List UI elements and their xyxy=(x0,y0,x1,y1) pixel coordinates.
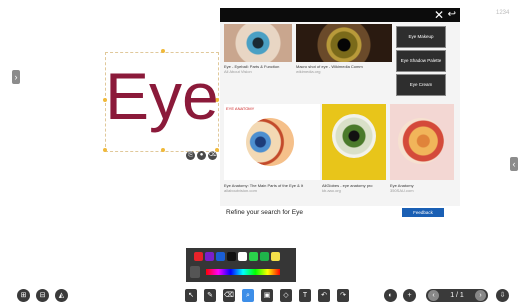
result-source-6: 350SAU.com xyxy=(390,188,414,193)
color-swatch-green[interactable] xyxy=(249,252,258,261)
right-panel-toggle[interactable]: ‹ xyxy=(510,157,518,171)
refine-search-text: Refine your search for Eye xyxy=(226,209,303,216)
redo-icon[interactable]: ↷ xyxy=(337,289,349,302)
left-panel-toggle[interactable]: › xyxy=(12,70,20,84)
page-indicator: 1 / 1 xyxy=(450,292,464,299)
result-source-2: wikimedia.org xyxy=(296,69,321,74)
color-spectrum-slider[interactable] xyxy=(206,269,280,275)
color-swatch-dark-green[interactable] xyxy=(260,252,269,261)
minimize-icon[interactable]: ⊟ xyxy=(36,289,49,302)
result-image-5[interactable] xyxy=(390,104,454,180)
corner-label: 1234 xyxy=(496,10,510,16)
next-page-button[interactable]: › xyxy=(475,290,486,301)
eye-diagram xyxy=(246,118,294,166)
eraser-tool-icon[interactable]: ⌫ xyxy=(223,289,235,302)
eye-text: Eye xyxy=(105,59,219,133)
chip-eye-cream[interactable]: Eye Cream xyxy=(396,74,446,96)
color-swatch-red[interactable] xyxy=(194,252,203,261)
apps-icon[interactable]: ◭ xyxy=(55,289,68,302)
insert-image-icon[interactable]: ▣ xyxy=(261,289,273,302)
color-swatch-yellow[interactable] xyxy=(271,252,280,261)
back-icon[interactable]: ↩ xyxy=(448,8,456,22)
eyeball-render xyxy=(332,114,376,158)
result-source-4: allaboutvision.com xyxy=(224,188,257,193)
undo-icon[interactable]: ↶ xyxy=(318,289,330,302)
pen-tool-icon[interactable]: ✎ xyxy=(204,289,216,302)
shapes-tool-icon[interactable]: ◇ xyxy=(280,289,292,302)
close-icon[interactable]: ✕ xyxy=(434,8,444,22)
image-search-tool-icon[interactable]: ⌕ xyxy=(242,289,254,302)
result-image-2[interactable] xyxy=(296,24,392,62)
select-tool-icon[interactable]: ↖ xyxy=(185,289,197,302)
object-delete-icon[interactable]: ⌫ xyxy=(208,151,217,160)
object-lock-icon[interactable]: ● xyxy=(197,151,206,160)
text-tool-icon[interactable]: T xyxy=(299,289,311,302)
result-image-4[interactable] xyxy=(322,104,386,180)
image-search-panel: ✕ ↩ Eye - Eyeball: Parts & Function All … xyxy=(220,8,460,222)
result-image-3[interactable]: EYE ANATOMY xyxy=(224,104,320,180)
pen-size-icon[interactable] xyxy=(190,266,200,278)
page-navigator: ‹ 1 / 1 › xyxy=(426,289,488,302)
eye-cross-section xyxy=(398,118,444,164)
resize-handle-bottom-left[interactable] xyxy=(103,148,107,152)
result-source-5: kb.aao.org xyxy=(322,188,341,193)
color-swatch-purple[interactable] xyxy=(205,252,214,261)
page-settings-icon[interactable]: ◐ xyxy=(384,289,397,302)
menu-icon[interactable]: ⊞ xyxy=(17,289,30,302)
color-swatch-blue[interactable] xyxy=(216,252,225,261)
result-image-1[interactable] xyxy=(224,24,292,62)
prev-page-button[interactable]: ‹ xyxy=(428,290,439,301)
resize-handle-bottom[interactable] xyxy=(161,148,165,152)
result-source-1: All About Vision xyxy=(224,69,252,74)
result-title-3: EYE ANATOMY xyxy=(226,106,255,111)
feedback-button[interactable]: Feedback xyxy=(402,208,444,217)
chip-eye-shadow-palette[interactable]: Eye Shadow Palette xyxy=(396,50,446,72)
add-page-icon[interactable]: + xyxy=(403,289,416,302)
panel-header: ✕ ↩ xyxy=(220,8,460,22)
chip-eye-makeup[interactable]: Eye Makeup xyxy=(396,26,446,48)
object-copy-icon[interactable]: ⎘ xyxy=(186,151,195,160)
color-palette xyxy=(186,248,296,282)
rotate-handle[interactable] xyxy=(161,49,165,53)
color-swatch-white[interactable] xyxy=(238,252,247,261)
color-swatch-black[interactable] xyxy=(227,252,236,261)
export-icon[interactable]: ⇩ xyxy=(496,289,509,302)
